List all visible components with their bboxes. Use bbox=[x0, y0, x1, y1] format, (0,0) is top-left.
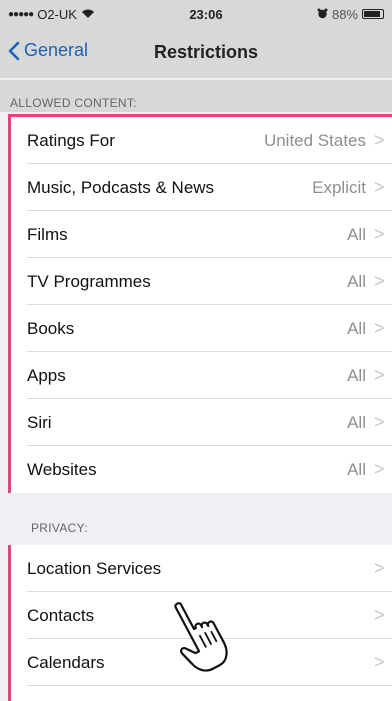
alarm-icon bbox=[317, 7, 328, 22]
row-value: All bbox=[347, 459, 366, 479]
row-books[interactable]: Books All > bbox=[11, 305, 392, 352]
row-location-services[interactable]: Location Services > bbox=[11, 545, 392, 592]
privacy-section-header: PRIVACY: bbox=[8, 493, 392, 545]
row-apps[interactable]: Apps All > bbox=[11, 352, 392, 399]
battery-icon bbox=[362, 9, 384, 19]
carrier-info: ●●●●● O2-UK bbox=[8, 7, 95, 22]
chevron-right-icon: > bbox=[374, 177, 385, 197]
chevron-right-icon: > bbox=[374, 365, 385, 385]
allowed-content-header-label: ALLOWED CONTENT: bbox=[10, 96, 137, 110]
row-value: All bbox=[347, 224, 366, 244]
row-tv-programmes[interactable]: TV Programmes All > bbox=[11, 258, 392, 305]
row-ratings-for[interactable]: Ratings For United States > bbox=[11, 117, 392, 164]
row-label: TV Programmes bbox=[27, 271, 151, 291]
battery-status: 88% bbox=[317, 7, 384, 22]
chevron-right-icon: > bbox=[374, 652, 385, 672]
row-films[interactable]: Films All > bbox=[11, 211, 392, 258]
pointing-hand-cursor-icon bbox=[170, 595, 232, 690]
status-time: 23:06 bbox=[189, 6, 223, 22]
row-label: Music, Podcasts & News bbox=[27, 177, 215, 197]
page-title: Restrictions bbox=[153, 42, 259, 62]
row-siri[interactable]: Siri All > bbox=[11, 399, 392, 446]
chevron-right-icon: > bbox=[374, 271, 385, 291]
row-value: All bbox=[347, 412, 366, 432]
carrier-name: O2-UK bbox=[37, 6, 77, 22]
row-value: Explicit bbox=[312, 177, 366, 197]
row-label: Location Services bbox=[27, 558, 162, 578]
row-label: Siri bbox=[27, 412, 52, 432]
row-label: Films bbox=[27, 224, 68, 244]
privacy-header-label: PRIVACY: bbox=[31, 521, 88, 535]
row-value: All bbox=[347, 318, 366, 338]
row-value: All bbox=[347, 365, 366, 385]
chevron-right-icon: > bbox=[374, 558, 385, 578]
chevron-right-icon: > bbox=[374, 130, 385, 150]
row-label: Ratings For bbox=[27, 130, 115, 150]
status-bar: ●●●●● O2-UK 23:06 88% bbox=[0, 0, 392, 28]
wifi-icon bbox=[81, 7, 95, 22]
row-websites[interactable]: Websites All > bbox=[11, 446, 392, 493]
signal-strength-icon: ●●●●● bbox=[8, 8, 34, 20]
chevron-right-icon: > bbox=[374, 412, 385, 432]
allowed-content-section-header: ALLOWED CONTENT: bbox=[0, 80, 392, 112]
chevron-right-icon: > bbox=[374, 605, 385, 625]
row-value: United States bbox=[263, 130, 366, 150]
row-label: Books bbox=[27, 318, 75, 338]
chevron-right-icon: > bbox=[374, 224, 385, 244]
row-label: Websites bbox=[27, 459, 97, 479]
row-music-podcasts-news[interactable]: Music, Podcasts & News Explicit > bbox=[11, 164, 392, 211]
chevron-right-icon: > bbox=[374, 459, 385, 479]
battery-percent: 88% bbox=[331, 6, 358, 22]
chevron-right-icon: > bbox=[374, 318, 385, 338]
row-label: Apps bbox=[27, 365, 66, 385]
navigation-bar: General Restrictions bbox=[0, 28, 392, 78]
row-value: All bbox=[347, 271, 366, 291]
